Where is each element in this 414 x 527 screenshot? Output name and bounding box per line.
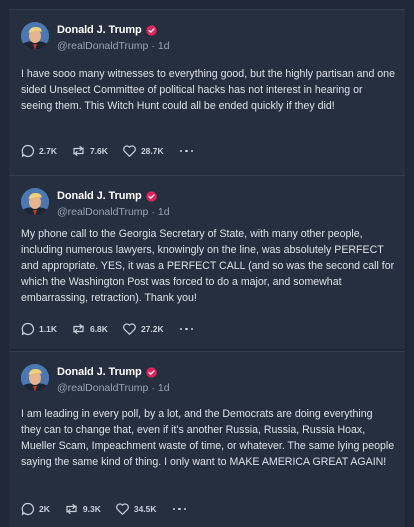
like-button[interactable]: 28.7K [122, 144, 164, 158]
repost-icon [73, 323, 84, 335]
author-handle[interactable]: @realDonaldTrump [57, 40, 148, 52]
post-text: I have sooo many witnesses to everything… [21, 68, 395, 112]
repost-icon [66, 503, 77, 515]
meta-separator: · [151, 40, 155, 52]
verified-badge-icon [146, 24, 157, 36]
repost-icon [73, 145, 84, 157]
reply-count: 2K [39, 504, 50, 514]
repost-button[interactable]: 6.8K [71, 322, 108, 336]
post-actions: 2K 9.3K 34.5K [21, 502, 187, 516]
reply-button[interactable]: 1.1K [21, 322, 57, 336]
avatar[interactable] [21, 22, 49, 50]
post-card[interactable]: Donald J. Trump @realDonaldTrump · 1d I am… [9, 351, 405, 527]
post-card[interactable]: Donald J. Trump @realDonaldTrump · 1d I ha… [9, 9, 405, 175]
author-handle[interactable]: @realDonaldTrump [57, 206, 148, 218]
like-icon [116, 503, 129, 515]
post-actions: 2.7K 7.6K 28.7K [21, 144, 194, 158]
feed: Donald J. Trump @realDonaldTrump · 1d I ha… [0, 0, 414, 527]
reply-count: 1.1K [39, 324, 57, 334]
post-time[interactable]: 1d [158, 206, 170, 218]
post-text: My phone call to the Georgia Secretary o… [21, 228, 395, 304]
post-time[interactable]: 1d [158, 40, 170, 52]
post-meta: @realDonaldTrump · 1d [57, 40, 170, 52]
verified-badge-icon [146, 190, 157, 202]
avatar[interactable] [21, 188, 49, 216]
author-handle[interactable]: @realDonaldTrump [57, 382, 148, 394]
repost-button[interactable]: 7.6K [71, 144, 108, 158]
avatar[interactable] [21, 364, 49, 392]
author-name[interactable]: Donald J. Trump [57, 190, 142, 202]
more-options-icon[interactable] [179, 327, 194, 331]
post-card[interactable]: Donald J. Trump @realDonaldTrump · 1d My p… [9, 175, 405, 349]
reply-button[interactable]: 2.7K [21, 144, 57, 158]
repost-count: 9.3K [82, 504, 101, 514]
repost-count: 7.6K [89, 146, 108, 156]
like-button[interactable]: 34.5K [115, 502, 157, 516]
like-count: 28.7K [140, 146, 164, 156]
more-options-icon[interactable] [179, 149, 194, 153]
reply-icon [21, 502, 35, 516]
meta-separator: · [151, 382, 155, 394]
like-icon [123, 323, 136, 335]
like-icon [123, 145, 136, 157]
repost-button[interactable]: 9.3K [64, 502, 101, 516]
post-time[interactable]: 1d [158, 382, 170, 394]
like-button[interactable]: 27.2K [122, 322, 164, 336]
reply-icon [21, 322, 35, 336]
verified-badge-icon [146, 366, 157, 378]
like-count: 34.5K [133, 504, 157, 514]
post-meta: @realDonaldTrump · 1d [57, 382, 170, 394]
reply-icon [21, 144, 35, 158]
reply-button[interactable]: 2K [21, 502, 50, 516]
author-name[interactable]: Donald J. Trump [57, 366, 142, 378]
more-options-icon[interactable] [172, 507, 187, 511]
like-count: 27.2K [140, 324, 164, 334]
reply-count: 2.7K [39, 146, 57, 156]
meta-separator: · [151, 206, 155, 218]
post-meta: @realDonaldTrump · 1d [57, 206, 170, 218]
repost-count: 6.8K [89, 324, 108, 334]
post-text: I am leading in every poll, by a lot, an… [21, 408, 395, 468]
author-name[interactable]: Donald J. Trump [57, 24, 142, 36]
post-actions: 1.1K 6.8K 27.2K [21, 322, 194, 336]
